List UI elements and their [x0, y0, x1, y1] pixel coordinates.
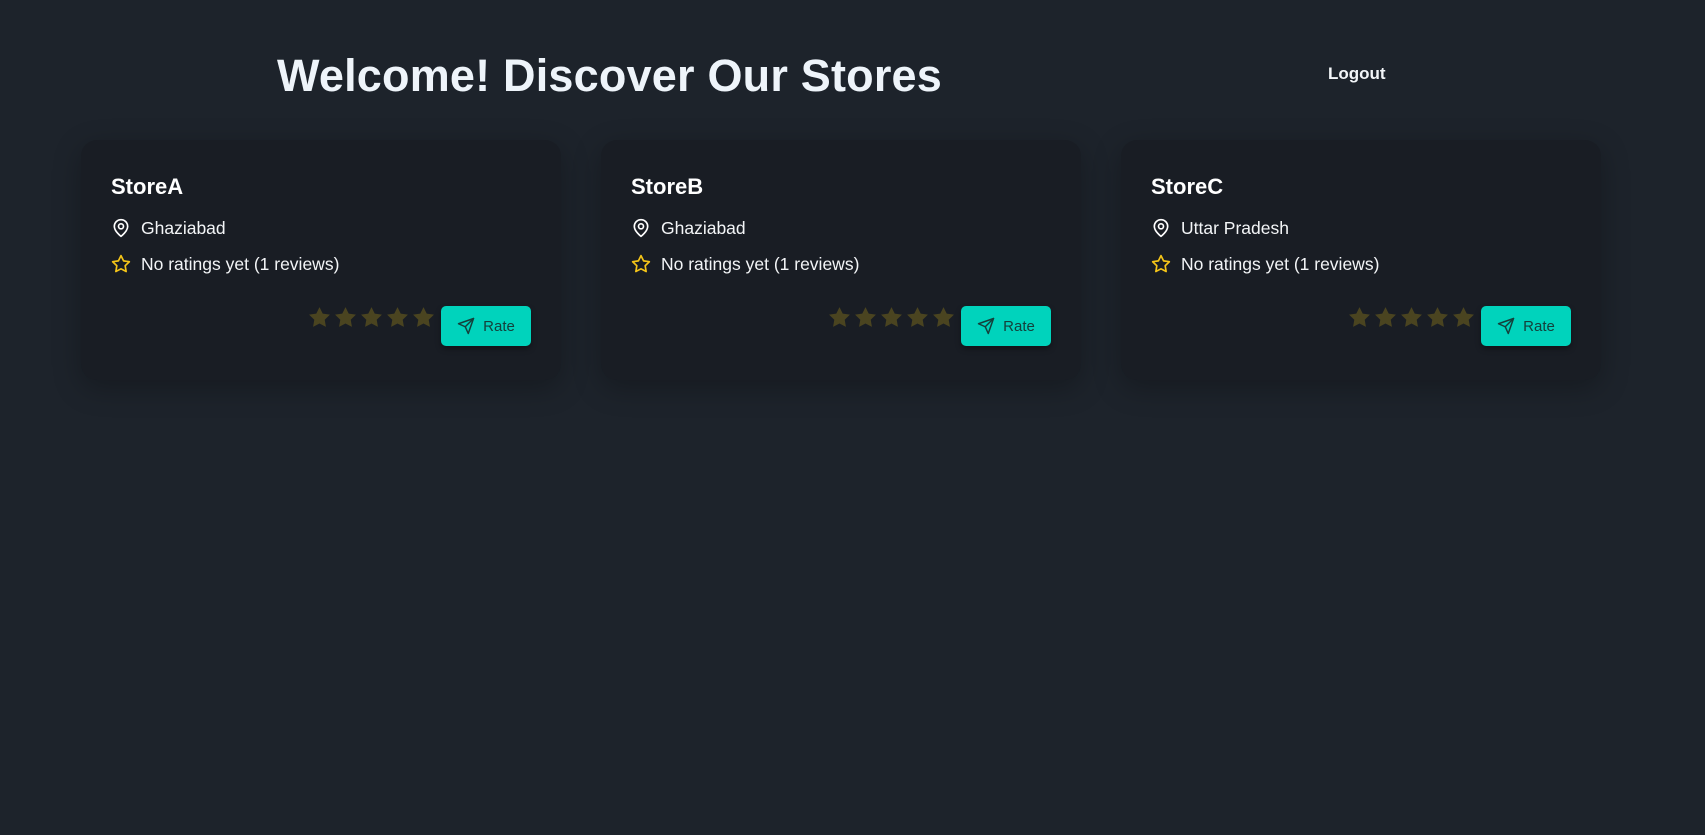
page-header: Welcome! Discover Our Stores Logout	[0, 0, 1705, 140]
store-location: Ghaziabad	[631, 216, 746, 240]
rating-summary: No ratings yet (1 reviews)	[661, 253, 860, 274]
star-2-icon[interactable]	[853, 305, 878, 330]
star-rating-input	[307, 305, 436, 330]
location-text: Ghaziabad	[141, 217, 226, 238]
star-1-icon[interactable]	[307, 305, 332, 330]
star-3-icon[interactable]	[879, 305, 904, 330]
store-card: StoreB Ghaziabad No ratings yet (1 revie…	[601, 140, 1081, 380]
location-text: Ghaziabad	[661, 217, 746, 238]
map-pin-icon	[111, 218, 131, 238]
send-icon	[1497, 317, 1515, 335]
rate-button-label: Rate	[1003, 317, 1035, 335]
rate-button[interactable]: Rate	[441, 306, 531, 346]
star-4-icon[interactable]	[385, 305, 410, 330]
rate-button-label: Rate	[483, 317, 515, 335]
store-card: StoreC Uttar Pradesh No ratings yet (1 r…	[1121, 140, 1601, 380]
star-rating-input	[1347, 305, 1476, 330]
store-location: Ghaziabad	[111, 216, 226, 240]
star-outline-icon	[631, 254, 651, 274]
star-3-icon[interactable]	[359, 305, 384, 330]
star-2-icon[interactable]	[333, 305, 358, 330]
store-list: StoreA Ghaziabad No ratings yet (1 revie…	[81, 140, 1601, 380]
star-4-icon[interactable]	[905, 305, 930, 330]
send-icon	[457, 317, 475, 335]
store-rating: No ratings yet (1 reviews)	[631, 252, 859, 276]
star-5-icon[interactable]	[931, 305, 956, 330]
star-2-icon[interactable]	[1373, 305, 1398, 330]
page-title: Welcome! Discover Our Stores	[277, 50, 942, 101]
logout-button[interactable]: Logout	[1328, 64, 1386, 84]
star-rating-input	[827, 305, 956, 330]
star-1-icon[interactable]	[1347, 305, 1372, 330]
star-5-icon[interactable]	[411, 305, 436, 330]
rate-button-label: Rate	[1523, 317, 1555, 335]
store-location: Uttar Pradesh	[1151, 216, 1289, 240]
star-4-icon[interactable]	[1425, 305, 1450, 330]
store-name: StoreB	[631, 174, 704, 199]
star-outline-icon	[111, 254, 131, 274]
map-pin-icon	[631, 218, 651, 238]
location-text: Uttar Pradesh	[1181, 217, 1289, 238]
star-3-icon[interactable]	[1399, 305, 1424, 330]
star-1-icon[interactable]	[827, 305, 852, 330]
rate-button[interactable]: Rate	[961, 306, 1051, 346]
store-name: StoreA	[111, 174, 184, 199]
rate-button[interactable]: Rate	[1481, 306, 1571, 346]
store-name: StoreC	[1151, 174, 1224, 199]
map-pin-icon	[1151, 218, 1171, 238]
store-rating: No ratings yet (1 reviews)	[1151, 252, 1379, 276]
store-card: StoreA Ghaziabad No ratings yet (1 revie…	[81, 140, 561, 380]
rating-summary: No ratings yet (1 reviews)	[141, 253, 340, 274]
send-icon	[977, 317, 995, 335]
star-5-icon[interactable]	[1451, 305, 1476, 330]
store-rating: No ratings yet (1 reviews)	[111, 252, 339, 276]
rating-summary: No ratings yet (1 reviews)	[1181, 253, 1380, 274]
star-outline-icon	[1151, 254, 1171, 274]
